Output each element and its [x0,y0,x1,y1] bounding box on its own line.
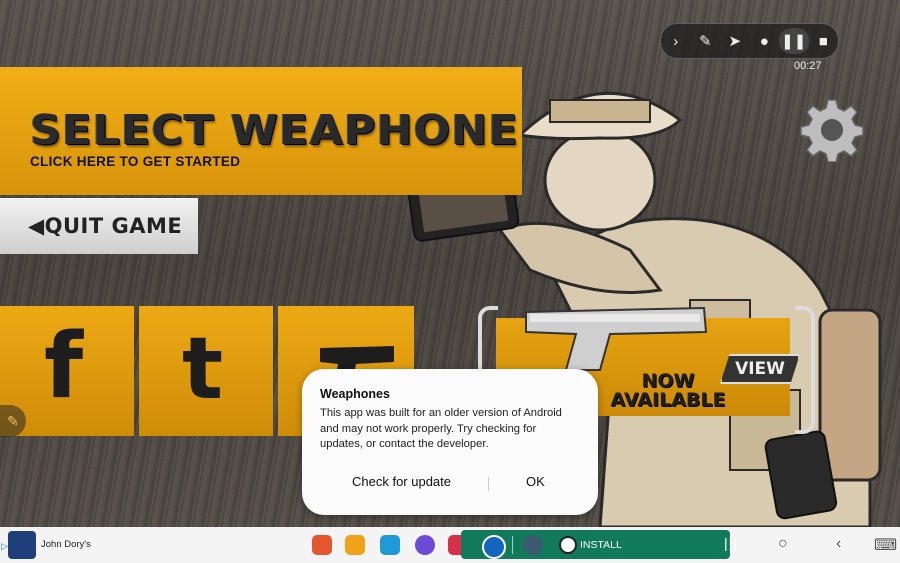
screen-recorder-toolbar: › ✎ ➤ ● ❚❚ ■ [660,23,839,59]
quit-game-label: ◀QUIT GAME [28,214,183,238]
ad-app-icon[interactable] [8,531,36,559]
ad-text[interactable]: John Dory's [41,539,91,550]
app-icon-1[interactable] [312,535,332,555]
ok-button[interactable]: OK [526,474,545,489]
person-icon[interactable]: ● [750,24,780,58]
app-icon-2[interactable] [345,535,365,555]
facebook-icon: f [44,314,84,419]
get-started-label: CLICK HERE TO GET STARTED [30,154,241,169]
taskbar-separator [512,536,513,554]
view-button[interactable]: VIEW [720,354,800,384]
keyboard-switch-icon[interactable]: ⌨ [874,535,897,555]
pistol-image [525,306,708,371]
game-title: SELECT WEAPHONE [30,106,519,154]
dialog-message: This app was built for an older version … [320,407,562,450]
twitter-icon: t [182,319,224,419]
stop-icon[interactable]: ■ [809,24,839,58]
ad-choices-icon[interactable]: ▷ [1,541,8,552]
compatibility-dialog: Weaphones This app was built for an olde… [302,369,598,515]
app-icon-3[interactable] [380,535,400,555]
promo-bracket-right [795,306,815,434]
triangle-left-icon: ◀ [28,214,45,238]
gear-icon[interactable] [800,98,864,162]
home-icon[interactable]: ○ [778,535,788,553]
check-for-update-button[interactable]: Check for update [352,474,451,489]
recording-timer: 00:27 [794,60,822,72]
back-icon[interactable]: ‹ [836,535,841,553]
settings-gear-icon[interactable] [523,535,543,555]
install-label[interactable]: INSTALL [580,539,622,551]
pen-icon[interactable]: ✎ [691,24,721,58]
app-icon-6[interactable] [482,535,506,559]
pause-icon[interactable]: ❚❚ [779,28,809,54]
app-icon-4[interactable] [415,535,435,555]
install-app-icon [559,536,577,554]
dialog-title: Weaphones [320,387,390,401]
dialog-button-divider [488,477,489,491]
now-available-text: NOW AVAILABLE [610,370,726,411]
recent-apps-icon[interactable]: ||| [724,535,738,551]
pointer-icon[interactable]: ➤ [720,24,750,58]
pen-icon: ✎ [7,412,19,429]
chevron-right-icon[interactable]: › [661,24,691,58]
